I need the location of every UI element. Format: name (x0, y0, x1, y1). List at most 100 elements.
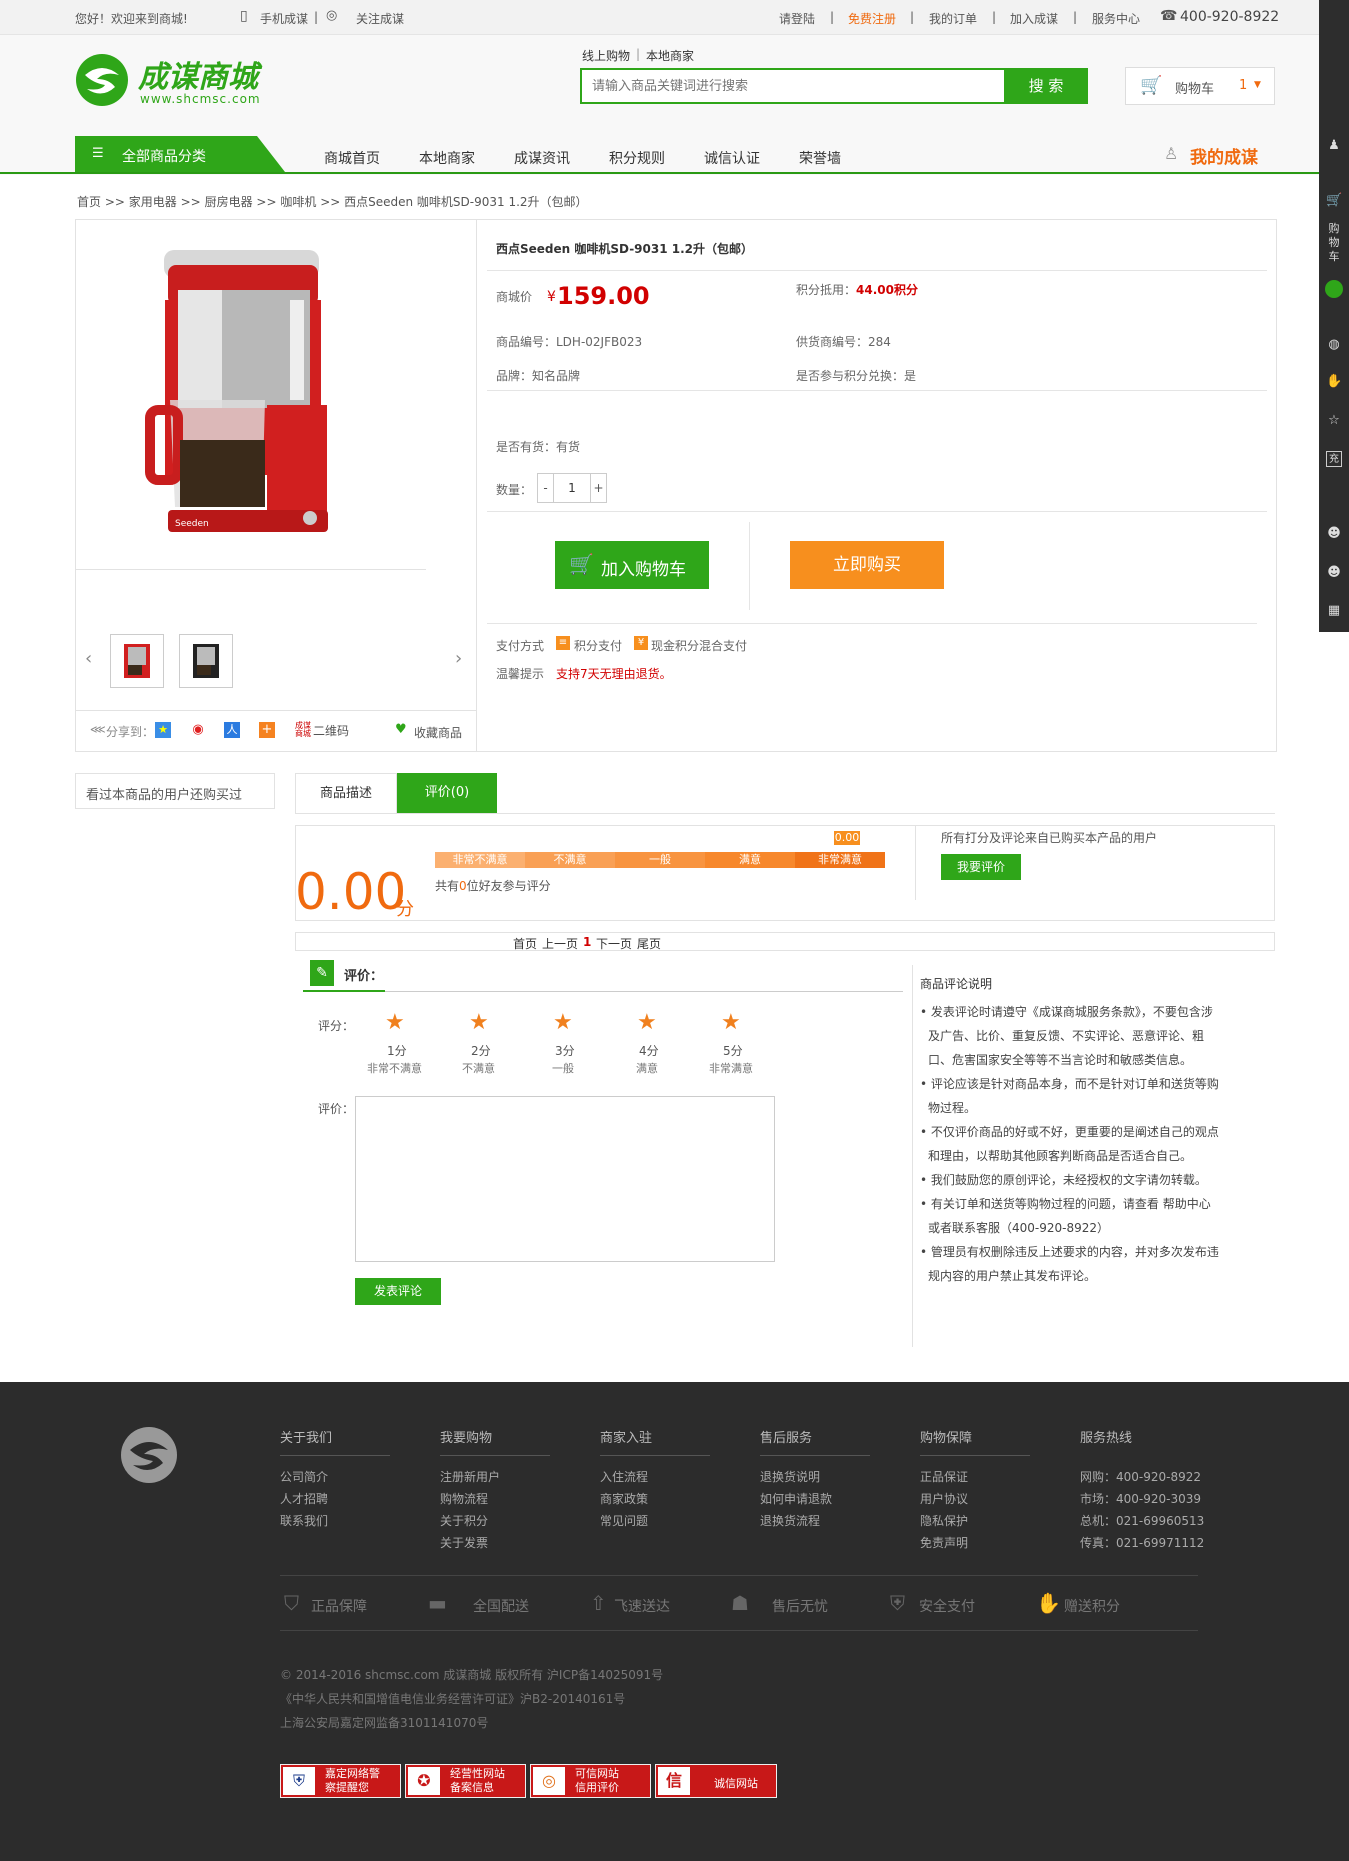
breadcrumb-appliances[interactable]: 家用电器 (129, 195, 177, 209)
qty-plus-button[interactable]: + (590, 474, 606, 502)
quantity-stepper: - 1 + (537, 473, 607, 503)
wechat-icon: ◎ (326, 8, 338, 23)
weibo-icon[interactable]: ◉ (190, 722, 206, 738)
nav-points[interactable]: 积分规则 (609, 148, 665, 168)
service-link[interactable]: 服务中心 (1092, 10, 1140, 27)
all-categories[interactable]: 全部商品分类 (122, 146, 206, 166)
pager-first[interactable]: 首页 (513, 935, 537, 952)
star-5[interactable]: ★ (721, 1012, 741, 1034)
footer-link[interactable]: 人才招聘 (280, 1490, 328, 1507)
emblem-icon: ✪ (408, 1767, 440, 1795)
nav-honor[interactable]: 荣誉墙 (799, 148, 841, 168)
truck-icon: ▬ (428, 1591, 447, 1615)
qty-input[interactable]: 1 (554, 474, 590, 502)
footer-link[interactable]: 常见问题 (600, 1512, 648, 1529)
login-link[interactable]: 请登陆 (779, 10, 815, 27)
follow-link[interactable]: 关注成谋 (356, 10, 404, 27)
tab-description[interactable]: 商品描述 (295, 773, 397, 813)
trust-icon: ◎ (533, 1767, 565, 1795)
service-icon-2[interactable]: ☻ (1326, 565, 1342, 581)
qrcode-link[interactable]: 二维码 (313, 722, 349, 739)
star-2[interactable]: ★ (469, 1012, 489, 1034)
orders-link[interactable]: 我的订单 (929, 10, 977, 27)
pager-last[interactable]: 尾页 (637, 935, 661, 952)
review-textarea[interactable] (355, 1096, 775, 1262)
search-tab-local[interactable]: 本地商家 (646, 47, 694, 64)
breadcrumb-coffee[interactable]: 咖啡机 (280, 195, 316, 209)
footer-link[interactable]: 入住流程 (600, 1468, 648, 1485)
nav-news[interactable]: 成谋资讯 (514, 148, 570, 168)
nav-local[interactable]: 本地商家 (419, 148, 475, 168)
star-icon[interactable]: ☆ (1326, 413, 1342, 429)
cart-label[interactable]: 购物车 (1327, 222, 1341, 264)
join-link[interactable]: 加入成谋 (1010, 10, 1058, 27)
product-sku: 商品编号：LDH-02JFB023 (496, 335, 643, 349)
submit-review-button[interactable]: 发表评论 (355, 1278, 441, 1305)
more-share-icon[interactable]: + (259, 722, 275, 738)
badge-integrity[interactable]: 信 诚信网站 (655, 1764, 777, 1798)
footer-link[interactable]: 正品保证 (920, 1468, 968, 1485)
footer-link[interactable]: 退换货说明 (760, 1468, 820, 1485)
share-label: 分享到： (106, 725, 155, 739)
yen-icon: ¥ (634, 636, 648, 650)
search-input[interactable] (580, 68, 1004, 104)
favorite-link[interactable]: 收藏商品 (414, 724, 462, 741)
cart-icon: 🛒 (569, 552, 594, 576)
badge-police[interactable]: ⛨ 嘉定网络警 察提醒您 (280, 1764, 401, 1798)
badge-trusted[interactable]: ◎ 可信网站 信用评价 (530, 1764, 651, 1798)
add-to-cart-button[interactable]: 🛒 加入购物车 (555, 541, 709, 589)
footer-link[interactable]: 购物流程 (440, 1490, 488, 1507)
footer-link[interactable]: 如何申请退款 (760, 1490, 832, 1507)
cart-icon[interactable]: 🛒 (1326, 193, 1342, 209)
gallery-next-button[interactable]: › (455, 648, 462, 669)
hand-icon[interactable]: ✋ (1326, 374, 1342, 390)
product-price: 159.00 (557, 282, 650, 310)
phone-number: 400-920-8922 (1180, 9, 1280, 25)
nav-home[interactable]: 商城首页 (324, 148, 380, 168)
star-4[interactable]: ★ (637, 1012, 657, 1034)
register-link[interactable]: 免费注册 (848, 10, 896, 27)
qzone-icon[interactable]: ★ (155, 722, 171, 738)
badge-icp[interactable]: ✪ 经营性网站 备案信息 (405, 1764, 526, 1798)
service-icon[interactable]: ☻ (1326, 526, 1342, 542)
footer-link[interactable]: 联系我们 (280, 1512, 328, 1529)
footer-link[interactable]: 商家政策 (600, 1490, 648, 1507)
breadcrumb-home[interactable]: 首页 (77, 195, 101, 209)
mobile-link[interactable]: 手机成谋 (260, 10, 308, 27)
user-icon[interactable]: ♟ (1326, 138, 1342, 154)
footer-link[interactable]: 退换货流程 (760, 1512, 820, 1529)
search-tab-online[interactable]: 线上购物 (582, 47, 630, 64)
gallery-prev-button[interactable]: ‹ (85, 648, 92, 669)
thumbnail-red[interactable] (110, 634, 164, 688)
footer-link[interactable]: 用户协议 (920, 1490, 968, 1507)
product-points: 44.00积分 (856, 283, 918, 297)
footer-link[interactable]: 关于积分 (440, 1512, 488, 1529)
edit-icon: ✎ (310, 960, 334, 986)
star-3[interactable]: ★ (553, 1012, 573, 1034)
pager-prev[interactable]: 上一页 (542, 935, 578, 952)
footer-link[interactable]: 隐私保护 (920, 1512, 968, 1529)
breadcrumb-kitchen[interactable]: 厨房电器 (205, 195, 253, 209)
star-1[interactable]: ★ (385, 1012, 405, 1034)
qty-minus-button[interactable]: - (538, 474, 554, 502)
footer-link[interactable]: 免责声明 (920, 1534, 968, 1551)
pager-current[interactable]: 1 (583, 935, 591, 949)
header: 成谋商城 www.shcmsc.com 线上购物 | 本地商家 搜 索 🛒 购物… (0, 35, 1319, 175)
pager-next[interactable]: 下一页 (596, 935, 632, 952)
renren-icon[interactable]: 人 (224, 722, 240, 738)
thumbnail-black[interactable] (179, 634, 233, 688)
footer-link[interactable]: 公司简介 (280, 1468, 328, 1485)
money-bag-icon[interactable]: ◍ (1326, 337, 1342, 353)
nav-credit[interactable]: 诚信认证 (704, 148, 760, 168)
tab-reviews[interactable]: 评价(0) (397, 773, 497, 813)
search-button[interactable]: 搜 索 (1004, 68, 1088, 104)
cart-button[interactable]: 🛒 购物车 1 ▼ (1125, 67, 1275, 105)
recharge-icon[interactable]: 充 (1326, 451, 1342, 467)
my-account[interactable]: 我的成谋 (1190, 143, 1258, 168)
heart-icon: ♥ (395, 722, 407, 737)
footer-link[interactable]: 注册新用户 (440, 1468, 500, 1485)
footer-link[interactable]: 关于发票 (440, 1534, 488, 1551)
buy-now-button[interactable]: 立即购买 (790, 541, 944, 589)
qrcode-icon[interactable]: ▦ (1326, 603, 1342, 619)
write-review-button[interactable]: 我要评价 (941, 854, 1021, 880)
